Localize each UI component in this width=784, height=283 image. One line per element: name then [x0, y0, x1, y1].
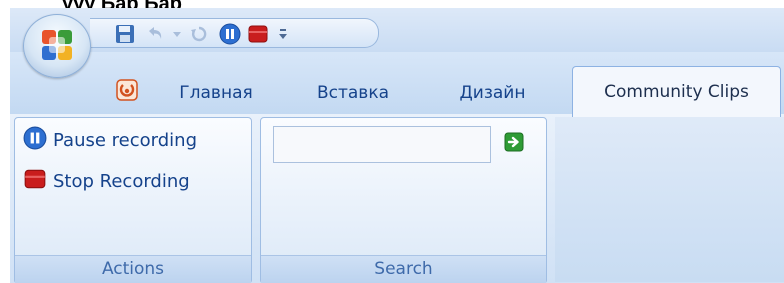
redo-icon: [189, 24, 209, 44]
pause-recording-qat-button[interactable]: [219, 23, 241, 45]
tab-dizain[interactable]: Дизайн: [435, 72, 550, 114]
dropdown-arrow-icon: [172, 29, 182, 39]
arrow-right-icon: [504, 132, 524, 156]
office-button[interactable]: [23, 14, 91, 78]
ribbon-panel: Pause recording Stop Recording Actions S…: [10, 114, 784, 283]
actions-group-label: Actions: [15, 255, 251, 283]
community-clips-logo-icon: [116, 79, 138, 101]
pause-icon: [219, 23, 241, 45]
undo-dropdown[interactable]: [166, 23, 188, 45]
search-group-label: Search: [261, 255, 546, 283]
stop-record-icon: [247, 23, 269, 45]
office-logo-icon: [40, 28, 74, 62]
tab-vstavka[interactable]: Вставка: [298, 72, 408, 114]
tab-glavnaya[interactable]: Главная: [161, 72, 271, 114]
customize-qat-button[interactable]: [272, 23, 294, 45]
pause-recording-label: Pause recording: [53, 129, 197, 151]
undo-icon: [145, 24, 165, 44]
save-icon: [115, 24, 135, 44]
stop-recording-qat-button[interactable]: [247, 23, 269, 45]
tab-community-clips[interactable]: Community Clips: [572, 66, 781, 117]
stop-record-icon: [23, 167, 47, 196]
ribbon-window: Главная Вставка Дизайн Community Clips P…: [10, 8, 784, 283]
stop-recording-label: Stop Recording: [53, 170, 190, 192]
search-group: Search: [260, 117, 547, 283]
quick-access-toolbar: [10, 8, 784, 52]
search-input[interactable]: [273, 126, 491, 163]
actions-group: Pause recording Stop Recording Actions: [14, 117, 252, 283]
stop-recording-button[interactable]: Stop Recording: [23, 167, 190, 195]
redo-button[interactable]: [188, 23, 210, 45]
search-go-button[interactable]: [504, 132, 524, 156]
customize-qat-icon: [277, 27, 289, 41]
save-button[interactable]: [114, 23, 136, 45]
undo-button[interactable]: [144, 23, 166, 45]
pause-recording-button[interactable]: Pause recording: [23, 126, 197, 154]
pause-icon: [23, 126, 47, 155]
ribbon-empty-area: [555, 117, 784, 282]
